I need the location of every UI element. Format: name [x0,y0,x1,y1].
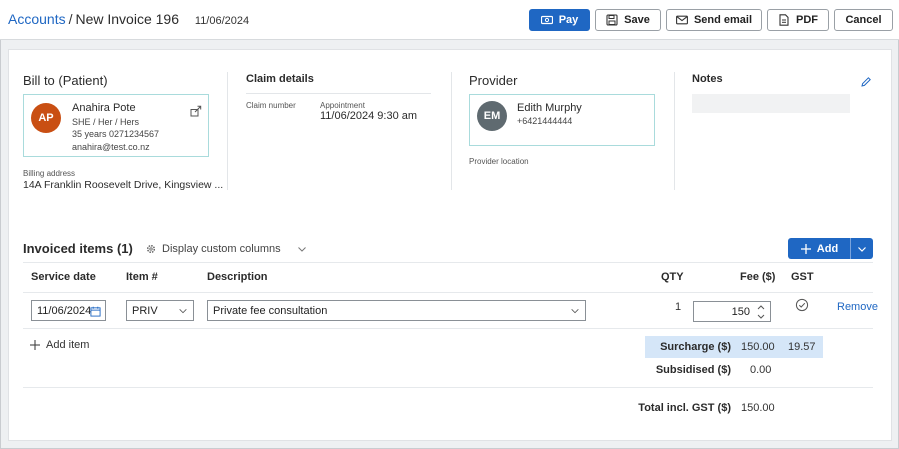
description-value: Private fee consultation [213,304,328,317]
claim-number-label: Claim number [246,101,296,110]
invoiced-items-title: Invoiced items (1) [23,241,133,256]
billing-address-label: Billing address [23,169,76,178]
provider-location-label: Provider location [469,157,529,166]
col-qty: QTY [661,271,684,283]
breadcrumb-separator: / [68,11,73,27]
notes-field[interactable] [692,94,850,113]
add-item-button[interactable]: Add item [29,339,89,351]
surcharge-value: 150.00 [741,341,775,353]
add-dropdown-toggle[interactable] [851,238,873,259]
pencil-icon[interactable] [860,76,872,88]
fee-input[interactable]: 150 [693,301,771,322]
service-date-input[interactable]: 11/06/2024 [31,300,106,321]
display-custom-columns-label: Display custom columns [162,243,281,255]
chevron-down-icon [296,243,308,255]
invoiced-items-label: Invoiced items [23,241,114,256]
total-value: 150.00 [741,402,775,414]
provider-phone: +6421444444 [517,116,573,126]
total-label: Total incl. GST ($) [638,402,731,414]
col-gst: GST [791,271,814,283]
plus-icon [800,243,812,255]
chevron-down-icon [178,306,188,316]
patient-card[interactable]: AP Anahira Pote SHE / Her / Hers 35 year… [23,94,209,157]
plus-icon [29,339,41,351]
invoice-date: 11/06/2024 [194,15,250,27]
col-fee: Fee ($) [740,271,776,283]
pdf-label: PDF [796,14,818,26]
cancel-button[interactable]: Cancel [834,9,893,31]
col-description: Description [207,271,268,283]
billing-address: 14A Franklin Roosevelt Drive, Kingsview … [23,179,224,191]
patient-pronouns: SHE / Her / Hers [72,117,140,127]
claim-divider [246,93,431,94]
bill-to-title: Bill to (Patient) [23,73,108,88]
remove-item-link[interactable]: Remove [837,301,878,313]
fee-stepper[interactable] [756,303,766,321]
surcharge-label: Surcharge ($) [660,341,731,353]
add-label: Add [816,242,839,255]
add-button[interactable]: Add [788,238,873,259]
top-bar: Accounts / New Invoice 196 11/06/2024 Pay … [0,0,899,40]
provider-title: Provider [469,73,518,88]
invoiced-items-count: (1) [116,241,133,256]
chevron-down-icon [856,243,868,255]
divider [451,72,452,190]
add-item-label: Add item [46,339,90,351]
item-no-value: PRIV [132,304,158,317]
notes-title: Notes [692,73,723,85]
patient-name: Anahira Pote [72,102,136,114]
col-item-no: Item # [126,271,158,283]
pay-label: Pay [558,14,579,26]
send-email-button[interactable]: Send email [666,9,762,31]
claim-details-title: Claim details [246,73,314,85]
divider [227,72,228,190]
qty-value: 1 [675,301,682,313]
patient-phone: 0271234567 [109,129,160,139]
page-title: New Invoice 196 [75,11,179,27]
document-icon [778,14,790,26]
save-disk-icon [606,14,618,26]
appointment-value: 11/06/2024 9:30 am [320,110,418,122]
provider-avatar: EM [477,101,507,131]
service-date-value: 11/06/2024 [37,304,92,317]
divider [23,328,873,329]
col-service-date: Service date [31,271,96,283]
display-custom-columns[interactable]: Display custom columns [145,243,308,255]
cancel-label: Cancel [845,14,882,26]
item-no-select[interactable]: PRIV [126,300,194,321]
divider [674,72,675,190]
divider [23,292,873,293]
add-main-button[interactable]: Add [788,238,851,259]
pdf-button[interactable]: PDF [767,9,829,31]
chevron-down-icon [570,306,580,316]
share-icon[interactable] [190,105,202,117]
save-label: Save [624,14,650,26]
pay-button[interactable]: Pay [529,9,590,31]
invoice-card: Bill to (Patient) AP Anahira Pote SHE / … [8,49,892,441]
save-button[interactable]: Save [595,9,661,31]
breadcrumb: Accounts / New Invoice 196 11/06/2024 [8,11,249,27]
description-select[interactable]: Private fee consultation [207,300,586,321]
appointment-label: Appointment [320,101,365,110]
patient-age: 35 years [72,129,107,139]
divider [23,262,873,263]
breadcrumb-accounts-link[interactable]: Accounts [8,11,66,27]
gear-icon [145,243,157,255]
gst-check-icon[interactable] [795,298,809,312]
payment-card-icon [540,14,553,26]
envelope-icon [676,14,688,26]
patient-avatar: AP [31,103,61,133]
provider-card[interactable]: EM Edith Murphy +6421444444 [469,94,655,146]
fee-value: 150 [731,305,750,318]
provider-name: Edith Murphy [517,102,582,114]
patient-email: anahira@test.co.nz [72,142,150,152]
surcharge-gst-value: 19.57 [788,341,816,353]
calendar-icon[interactable] [90,306,101,317]
send-email-label: Send email [693,14,753,26]
divider [23,387,873,388]
subsidised-label: Subsidised ($) [655,364,731,376]
subsidised-value: 0.00 [750,364,772,376]
